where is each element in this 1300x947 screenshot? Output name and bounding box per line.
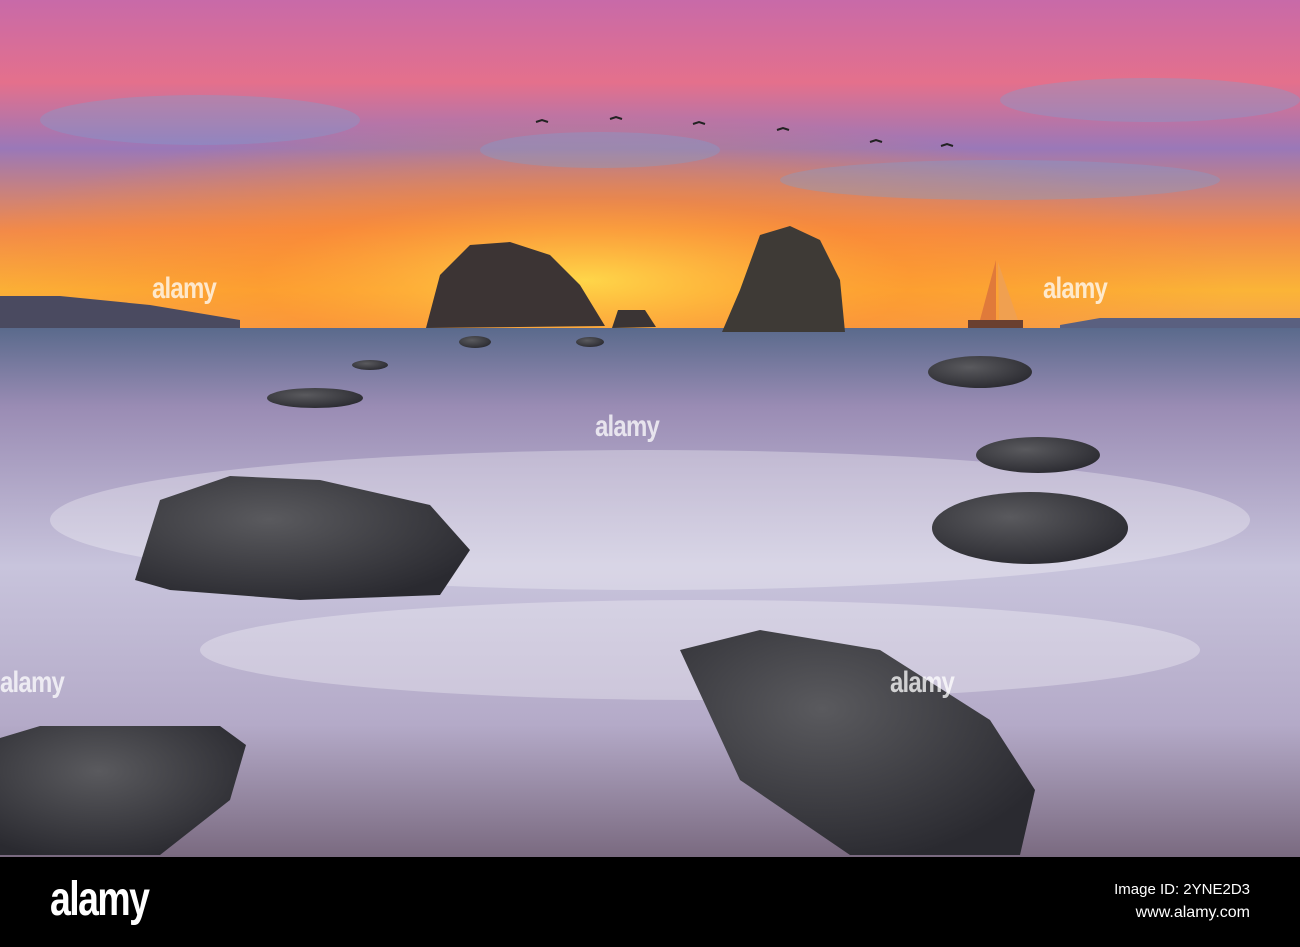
watermark-text: alamy: [890, 666, 955, 699]
website-link[interactable]: www.alamy.com: [1136, 904, 1250, 922]
footer-bar: alamy Image ID: 2YNE2D3 www.alamy.com: [0, 857, 1300, 947]
image-id: Image ID: 2YNE2D3: [1114, 881, 1250, 898]
alamy-logo: alamy: [50, 873, 150, 926]
watermark-text: alamy: [152, 272, 217, 305]
watermark-text: alamy: [1043, 272, 1108, 305]
watermark-text: alamy: [0, 666, 65, 699]
watermark-text: alamy: [595, 410, 660, 443]
